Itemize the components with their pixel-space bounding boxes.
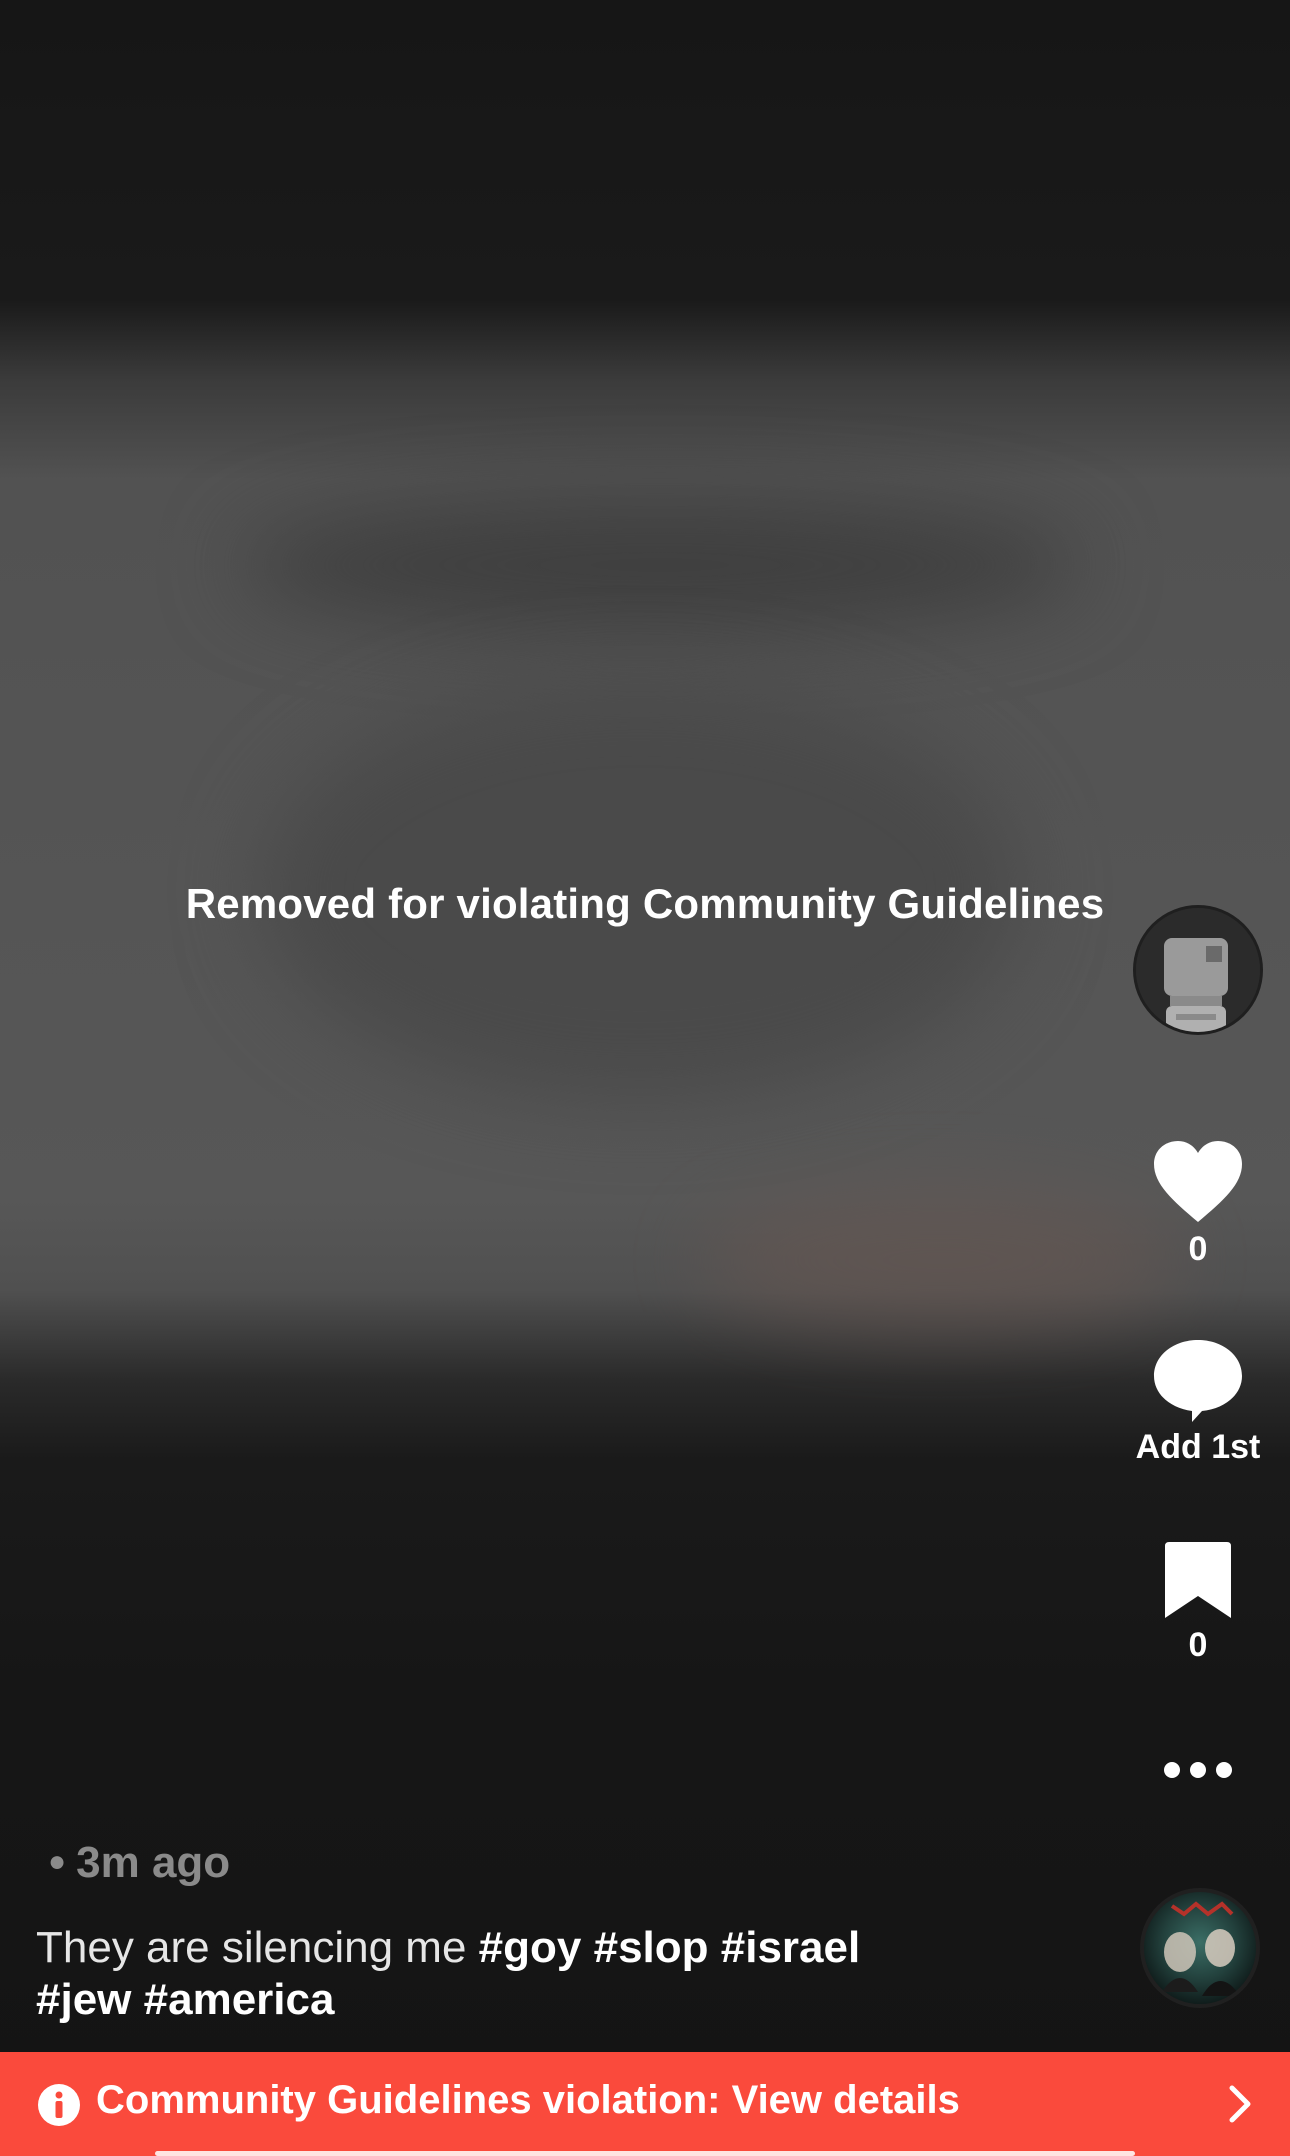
hashtag[interactable]: #slop — [594, 1923, 709, 1972]
hashtag[interactable]: #goy — [479, 1923, 582, 1972]
violation-banner[interactable]: Community Guidelines violation: View det… — [0, 2052, 1290, 2156]
removed-video-message: Removed for violating Community Guidelin… — [185, 880, 1105, 927]
blurred-shape — [240, 500, 1080, 630]
info-icon — [38, 2084, 80, 2126]
comment-bubble-icon — [1154, 1340, 1242, 1422]
chevron-right-icon — [1229, 2085, 1251, 2123]
home-indicator — [155, 2151, 1135, 2156]
blurred-shape — [700, 1190, 1180, 1330]
more-options-button[interactable] — [1130, 1760, 1266, 1780]
separator-dot: ● — [48, 1845, 67, 1878]
hashtag[interactable]: #america — [144, 1975, 335, 2024]
caption-text: They are silencing me — [36, 1923, 467, 1972]
hashtag[interactable]: #jew — [36, 1975, 131, 2024]
post-caption[interactable]: They are silencing me #goy #slop #israel… — [36, 1922, 1096, 2026]
save-count: 0 — [1188, 1626, 1208, 1664]
more-dots-icon — [1164, 1762, 1232, 1778]
violation-banner-text: Community Guidelines violation: View det… — [96, 2078, 960, 2122]
bookmark-icon — [1165, 1542, 1231, 1618]
placeholder-avatar-icon — [1136, 908, 1260, 1032]
hashtag[interactable]: #israel — [721, 1923, 860, 1972]
like-count: 0 — [1188, 1230, 1208, 1268]
video-background[interactable] — [0, 0, 1290, 2156]
save-button[interactable]: 0 — [1130, 1540, 1266, 1665]
post-time: ● 3m ago — [48, 1838, 230, 1888]
comment-button[interactable]: Add 1st — [1130, 1338, 1266, 1467]
sound-disc[interactable] — [1140, 1888, 1260, 2008]
sound-thumbnail — [1162, 1901, 1240, 1996]
time-ago: 3m ago — [76, 1838, 231, 1887]
comment-label: Add 1st — [1135, 1428, 1261, 1466]
like-button[interactable]: 0 — [1130, 1140, 1266, 1269]
creator-avatar[interactable] — [1133, 905, 1263, 1035]
heart-icon — [1154, 1141, 1242, 1222]
